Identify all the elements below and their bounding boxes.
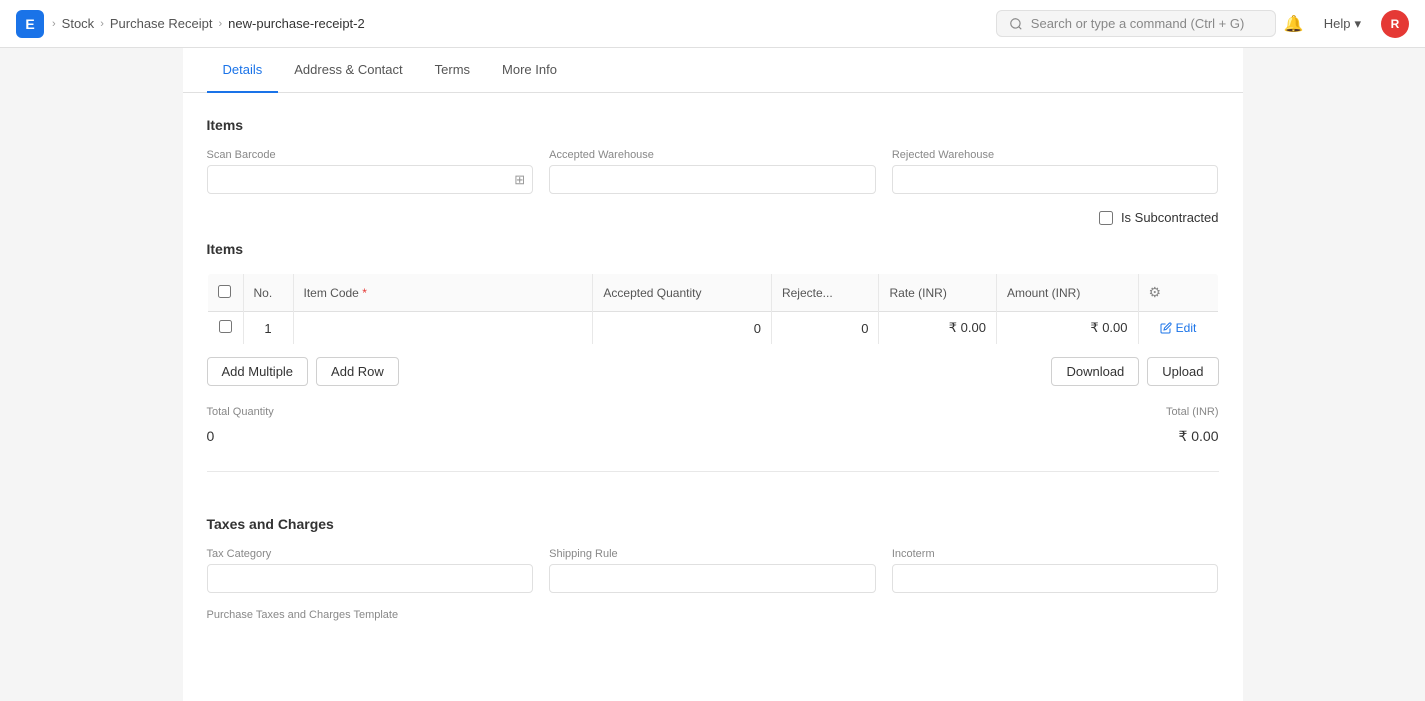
shipping-rule-field: Shipping Rule — [549, 548, 876, 593]
required-star: * — [362, 286, 367, 300]
table-header-row: No. Item Code * Accepted Quantity Reject… — [207, 274, 1218, 312]
chevron-down-icon: ▾ — [1354, 16, 1361, 32]
table-actions-right: Download Upload — [1051, 357, 1218, 386]
table-actions-left: Add Multiple Add Row — [207, 357, 399, 386]
totals-row: Total Quantity 0 Total (INR) ₹ 0.00 — [183, 406, 1243, 451]
edit-button[interactable]: Edit — [1149, 321, 1208, 335]
tab-more-info[interactable]: More Info — [486, 48, 573, 93]
add-multiple-button[interactable]: Add Multiple — [207, 357, 309, 386]
incoterm-field: Incoterm — [892, 548, 1219, 593]
rejected-warehouse-input[interactable] — [892, 165, 1219, 194]
tax-category-input[interactable] — [207, 564, 534, 593]
gear-icon[interactable]: ⚙ — [1149, 284, 1162, 300]
scan-barcode-input[interactable] — [207, 165, 534, 194]
accepted-warehouse-field: Accepted Warehouse — [549, 149, 876, 194]
rejected-warehouse-field: Rejected Warehouse — [892, 149, 1219, 194]
warehouse-form-row: Scan Barcode ⊞ Accepted Warehouse Reject… — [207, 149, 1219, 194]
col-header-rejected-qty: Rejecte... — [771, 274, 879, 312]
row-no-cell: 1 — [243, 312, 293, 345]
row-check-cell — [207, 312, 243, 345]
purchase-taxes-label: Purchase Taxes and Charges Template — [207, 609, 1219, 621]
accepted-warehouse-label: Accepted Warehouse — [549, 149, 876, 161]
items-table-title: Items — [207, 241, 1219, 257]
shipping-rule-label: Shipping Rule — [549, 548, 876, 560]
upload-button[interactable]: Upload — [1147, 357, 1218, 386]
top-nav: E › Stock › Purchase Receipt › new-purch… — [0, 0, 1425, 48]
select-all-checkbox[interactable] — [218, 285, 231, 298]
search-placeholder: Search or type a command (Ctrl + G) — [1031, 16, 1245, 31]
shipping-rule-input[interactable] — [549, 564, 876, 593]
tax-category-label: Tax Category — [207, 548, 534, 560]
row-accepted-qty-cell: 0 — [593, 312, 772, 345]
total-qty-field: Total Quantity 0 — [207, 406, 701, 451]
user-avatar[interactable]: R — [1381, 10, 1409, 38]
breadcrumb-current: new-purchase-receipt-2 — [228, 16, 365, 31]
col-header-amount: Amount (INR) — [996, 274, 1138, 312]
download-button[interactable]: Download — [1051, 357, 1139, 386]
add-row-button[interactable]: Add Row — [316, 357, 399, 386]
is-subcontracted-label: Is Subcontracted — [1121, 210, 1219, 225]
row-item-code-cell — [293, 312, 593, 345]
breadcrumb-sep-1: › — [52, 18, 56, 30]
total-qty-value: 0 — [207, 422, 701, 450]
tab-address[interactable]: Address & Contact — [278, 48, 418, 93]
rejected-warehouse-label: Rejected Warehouse — [892, 149, 1219, 161]
incoterm-label: Incoterm — [892, 548, 1219, 560]
barcode-input-wrapper: ⊞ — [207, 165, 534, 194]
search-icon — [1009, 17, 1023, 31]
tabs-container: Details Address & Contact Terms More Inf… — [183, 48, 1243, 93]
col-header-settings: ⚙ — [1138, 274, 1218, 312]
total-inr-label: Total (INR) — [725, 406, 1219, 418]
scan-barcode-field: Scan Barcode ⊞ — [207, 149, 534, 194]
scan-barcode-label: Scan Barcode — [207, 149, 534, 161]
total-qty-label: Total Quantity — [207, 406, 701, 418]
col-header-item-code: Item Code * — [293, 274, 593, 312]
tab-terms[interactable]: Terms — [419, 48, 486, 93]
table-row: 1 0 0 ₹ 0.00 ₹ 0.00 Edi — [207, 312, 1218, 345]
items-table: No. Item Code * Accepted Quantity Reject… — [207, 273, 1219, 345]
row-rate-cell: ₹ 0.00 — [879, 312, 996, 345]
breadcrumb: › Stock › Purchase Receipt › new-purchas… — [52, 16, 365, 31]
accepted-warehouse-input[interactable] — [549, 165, 876, 194]
taxes-section-title: Taxes and Charges — [207, 516, 1219, 532]
breadcrumb-sep-2: › — [100, 18, 104, 30]
breadcrumb-purchase-receipt[interactable]: Purchase Receipt — [110, 16, 213, 31]
items-table-section: Items No. Item Code * Accepted Quantity … — [183, 225, 1243, 386]
row-rejected-qty-cell: 0 — [771, 312, 879, 345]
nav-right: 🔔 Help ▾ R — [1284, 10, 1409, 38]
total-inr-value: ₹ 0.00 — [725, 422, 1219, 451]
col-header-no: No. — [243, 274, 293, 312]
subcontracted-row: Is Subcontracted — [207, 210, 1219, 225]
taxes-grid: Tax Category Shipping Rule Incoterm — [207, 548, 1219, 593]
page-container: Details Address & Contact Terms More Inf… — [183, 48, 1243, 701]
section-divider — [207, 471, 1219, 472]
edit-icon — [1160, 322, 1172, 334]
help-button[interactable]: Help ▾ — [1316, 12, 1369, 36]
row-edit-cell: Edit — [1138, 312, 1218, 345]
app-icon[interactable]: E — [16, 10, 44, 38]
col-header-accepted-qty: Accepted Quantity — [593, 274, 772, 312]
breadcrumb-sep-3: › — [218, 18, 222, 30]
purchase-taxes-field: Purchase Taxes and Charges Template — [207, 609, 1219, 621]
taxes-section: Taxes and Charges Tax Category Shipping … — [183, 492, 1243, 621]
items-section-title: Items — [207, 117, 1219, 133]
incoterm-input[interactable] — [892, 564, 1219, 593]
col-header-rate: Rate (INR) — [879, 274, 996, 312]
table-actions: Add Multiple Add Row Download Upload — [207, 357, 1219, 386]
item-code-input[interactable] — [304, 321, 583, 336]
col-header-check — [207, 274, 243, 312]
breadcrumb-stock[interactable]: Stock — [62, 16, 95, 31]
tab-details[interactable]: Details — [207, 48, 279, 93]
search-bar[interactable]: Search or type a command (Ctrl + G) — [996, 10, 1276, 37]
row-checkbox[interactable] — [219, 320, 232, 333]
bell-icon[interactable]: 🔔 — [1284, 14, 1304, 34]
is-subcontracted-checkbox[interactable] — [1099, 211, 1113, 225]
total-inr-field: Total (INR) ₹ 0.00 — [725, 406, 1219, 451]
items-section-header: Items Scan Barcode ⊞ Accepted Warehouse … — [183, 93, 1243, 225]
row-amount-cell: ₹ 0.00 — [996, 312, 1138, 345]
tax-category-field: Tax Category — [207, 548, 534, 593]
